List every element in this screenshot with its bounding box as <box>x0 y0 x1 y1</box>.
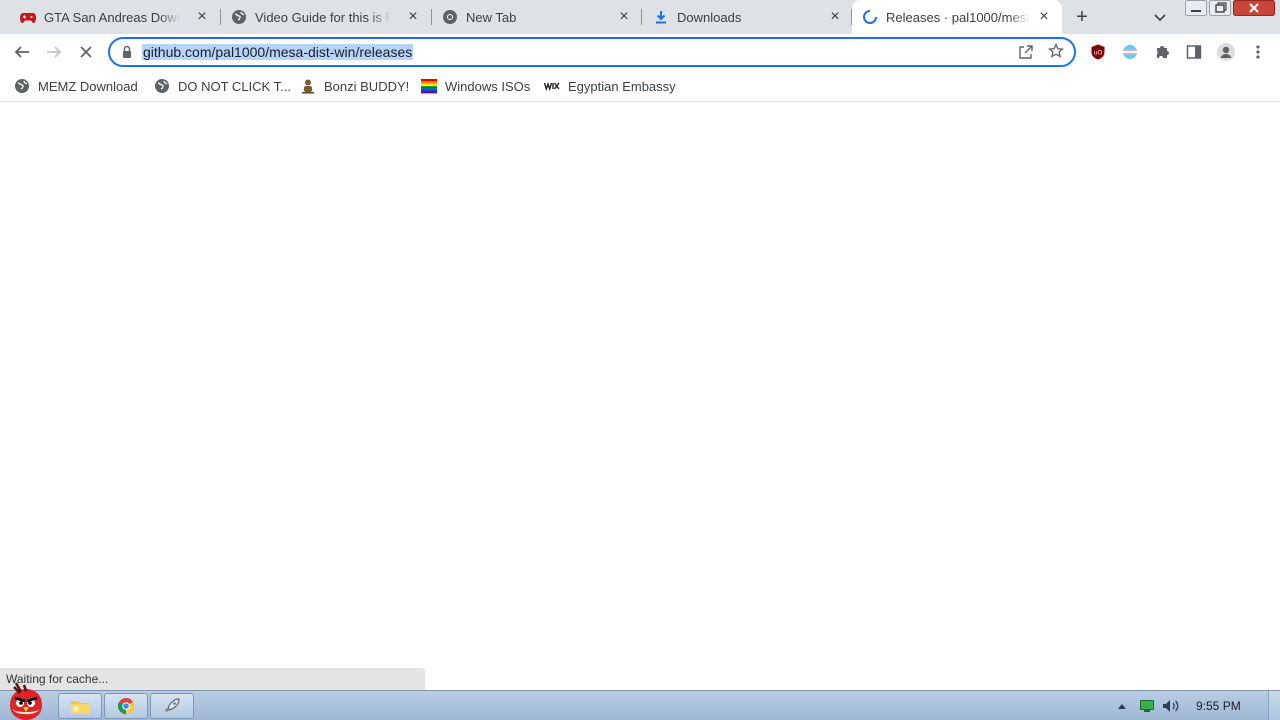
loading-spinner-icon <box>862 9 878 25</box>
browser-toolbar: github.com/pal1000/mesa-dist-win/release… <box>0 34 1280 70</box>
restore-button[interactable] <box>1209 0 1231 18</box>
bookmark-label: Egyptian Embassy <box>568 78 676 94</box>
minimize-button[interactable] <box>1185 0 1207 18</box>
bookmark-windows-isos[interactable]: Windows ISOs <box>421 76 530 96</box>
network-icon[interactable] <box>1140 698 1154 714</box>
download-icon <box>653 9 669 25</box>
tab-video-guide[interactable]: Video Guide for this is Pe × <box>211 0 431 34</box>
tab-title: Releases · pal1000/mesa- <box>886 9 1030 25</box>
tab-releases-mesa[interactable]: Releases · pal1000/mesa- × <box>852 0 1062 34</box>
globe-icon <box>231 9 247 25</box>
bonzi-icon <box>300 78 316 94</box>
taskbar-clock[interactable]: 9:55 PM <box>1196 699 1241 713</box>
forward-button[interactable] <box>44 42 64 62</box>
taskbar-chrome-button[interactable] <box>104 693 148 719</box>
bookmark-label: Windows ISOs <box>445 78 531 94</box>
bookmarks-bar: MEMZ Download DO NOT CLICK T... Bonzi BU… <box>0 70 1280 102</box>
share-icon[interactable] <box>1018 44 1034 63</box>
close-window-button[interactable] <box>1233 0 1275 18</box>
tab-strip: GTA San Andreas Download × Video Guide f… <box>0 0 1280 34</box>
taskbar: 9:55 PM <box>0 682 1280 720</box>
globe-icon <box>14 78 30 94</box>
taskbar-rocket-button[interactable] <box>150 693 194 719</box>
bookmark-do-not-click[interactable]: DO NOT CLICK T... <box>154 76 291 96</box>
bookmark-egyptian-embassy[interactable]: Egyptian Embassy <box>544 76 676 96</box>
address-bar[interactable]: github.com/pal1000/mesa-dist-win/release… <box>108 37 1076 67</box>
url-text[interactable]: github.com/pal1000/mesa-dist-win/release… <box>142 44 414 60</box>
tab-search-icon[interactable] <box>1152 9 1168 25</box>
side-panel-icon[interactable] <box>1184 42 1204 62</box>
tab-close-button[interactable]: × <box>194 9 210 25</box>
extension-flag-icon[interactable] <box>1120 42 1140 62</box>
ublock-extension-icon[interactable]: uO <box>1088 42 1108 62</box>
tab-title: Downloads <box>677 9 742 25</box>
lock-icon[interactable] <box>122 45 132 62</box>
extensions-puzzle-icon[interactable] <box>1152 42 1172 62</box>
new-tab-button[interactable]: + <box>1072 7 1092 27</box>
rainbow-flag-icon <box>421 78 437 94</box>
taskbar-explorer-button[interactable] <box>58 693 102 719</box>
wix-icon <box>544 78 560 94</box>
tab-close-button[interactable]: × <box>616 9 632 25</box>
bookmark-bonzi-buddy[interactable]: Bonzi BUDDY! <box>300 76 409 96</box>
volume-icon[interactable] <box>1162 698 1180 714</box>
tab-title: GTA San Andreas Download <box>44 9 180 25</box>
globe-icon <box>154 78 170 94</box>
gamepad-icon <box>20 9 36 25</box>
status-bubble: Waiting for cache... <box>0 668 425 690</box>
tab-title: New Tab <box>466 9 517 25</box>
tab-title: Video Guide for this is Pe <box>255 9 391 25</box>
tab-close-button[interactable]: × <box>1036 9 1052 25</box>
tab-gta-san-andreas[interactable]: GTA San Andreas Download × <box>0 0 220 34</box>
bookmark-label: DO NOT CLICK T... <box>178 78 291 94</box>
profile-avatar-icon[interactable] <box>1216 42 1236 62</box>
tray-expand-icon[interactable] <box>1116 698 1128 714</box>
page-content <box>0 103 1280 690</box>
show-desktop-button[interactable] <box>1268 691 1280 720</box>
menu-kebab-icon[interactable] <box>1248 42 1268 62</box>
bookmark-star-icon[interactable] <box>1047 42 1065 62</box>
start-button[interactable] <box>2 681 50 720</box>
tab-close-button[interactable]: × <box>827 9 843 25</box>
bookmark-memz-download[interactable]: MEMZ Download <box>14 76 138 96</box>
tab-downloads[interactable]: Downloads × <box>633 0 853 34</box>
tab-new-tab[interactable]: New Tab × <box>422 0 642 34</box>
tab-close-button[interactable]: × <box>405 9 421 25</box>
bookmark-label: Bonzi BUDDY! <box>324 78 410 94</box>
bookmark-label: MEMZ Download <box>38 78 138 94</box>
svg-text:uO: uO <box>1094 50 1103 57</box>
stop-loading-button[interactable] <box>76 42 96 62</box>
chrome-icon <box>442 9 458 25</box>
back-button[interactable] <box>12 42 32 62</box>
